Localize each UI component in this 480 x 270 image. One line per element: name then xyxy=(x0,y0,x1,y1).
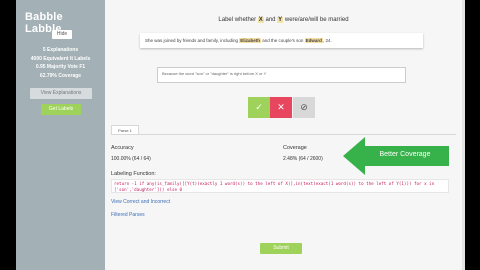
stat-labels: 4000 Equivalent It Labels xyxy=(30,55,91,62)
callout-label: Better Coverage xyxy=(379,151,431,158)
vote-abstain-button[interactable]: ⊘ xyxy=(293,97,315,118)
prompt-prefix: Label whether xyxy=(218,17,257,23)
get-labels-button[interactable]: Get Labels xyxy=(41,104,81,115)
sentence-entity-x: Elizabeth xyxy=(239,38,261,43)
view-correct-incorrect-link[interactable]: View Correct and Incorrect xyxy=(111,199,170,205)
filtered-parses-link[interactable]: Filtered Parses xyxy=(111,212,145,218)
vote-true-button[interactable]: ✓ xyxy=(248,97,270,118)
view-explanations-button[interactable]: View Explanations xyxy=(30,88,92,99)
prompt-suffix: were/are/will be married xyxy=(284,17,349,23)
stat-coverage: 62.79% Coverage xyxy=(39,72,82,79)
sentence-after: , 24. xyxy=(322,38,332,43)
tab-divider xyxy=(111,134,456,135)
coverage-label: Coverage xyxy=(283,145,307,151)
submit-button[interactable]: Submit xyxy=(260,243,302,254)
sentence-before: She was joined by friends and family, in… xyxy=(145,38,238,43)
sentence-card: She was joined by friends and family, in… xyxy=(140,33,423,48)
task-prompt: Label whether X and Y were/are/will be m… xyxy=(105,17,462,23)
vote-false-button[interactable]: ✕ xyxy=(270,97,292,118)
main-panel: Label whether X and Y were/are/will be m… xyxy=(105,0,462,270)
coverage-value: 2.48% (64 / 2600) xyxy=(283,156,323,162)
hide-sidebar-button[interactable]: Hide xyxy=(52,30,72,39)
prompt-entity-y: Y xyxy=(277,17,284,23)
stat-explanations: 5 Explanations xyxy=(42,47,79,53)
scrollbar[interactable] xyxy=(462,0,465,270)
labeling-function-title: Labeling Function: xyxy=(111,171,156,177)
sentence-middle: and the couple's son xyxy=(262,38,304,43)
accuracy-label: Accuracy xyxy=(111,145,134,151)
sentence-entity-y: Edward xyxy=(304,38,323,43)
explanation-input[interactable]: Because the word "son" or "daughter" is … xyxy=(157,67,406,83)
stats-panel: 5 Explanations 4000 Equivalent It Labels… xyxy=(16,46,105,80)
labeling-function-code: return -1 if any(is_family([[Y(t)(exactl… xyxy=(111,179,449,193)
prompt-entity-x: X xyxy=(257,17,264,23)
accuracy-value: 100.00% (64 / 64) xyxy=(111,156,151,162)
stat-f1: 0.95 Majority Vote F1 xyxy=(35,64,86,70)
sidebar: Babble Labble Hide 5 Explanations 4000 E… xyxy=(16,0,105,270)
prompt-mid: and xyxy=(265,17,276,23)
